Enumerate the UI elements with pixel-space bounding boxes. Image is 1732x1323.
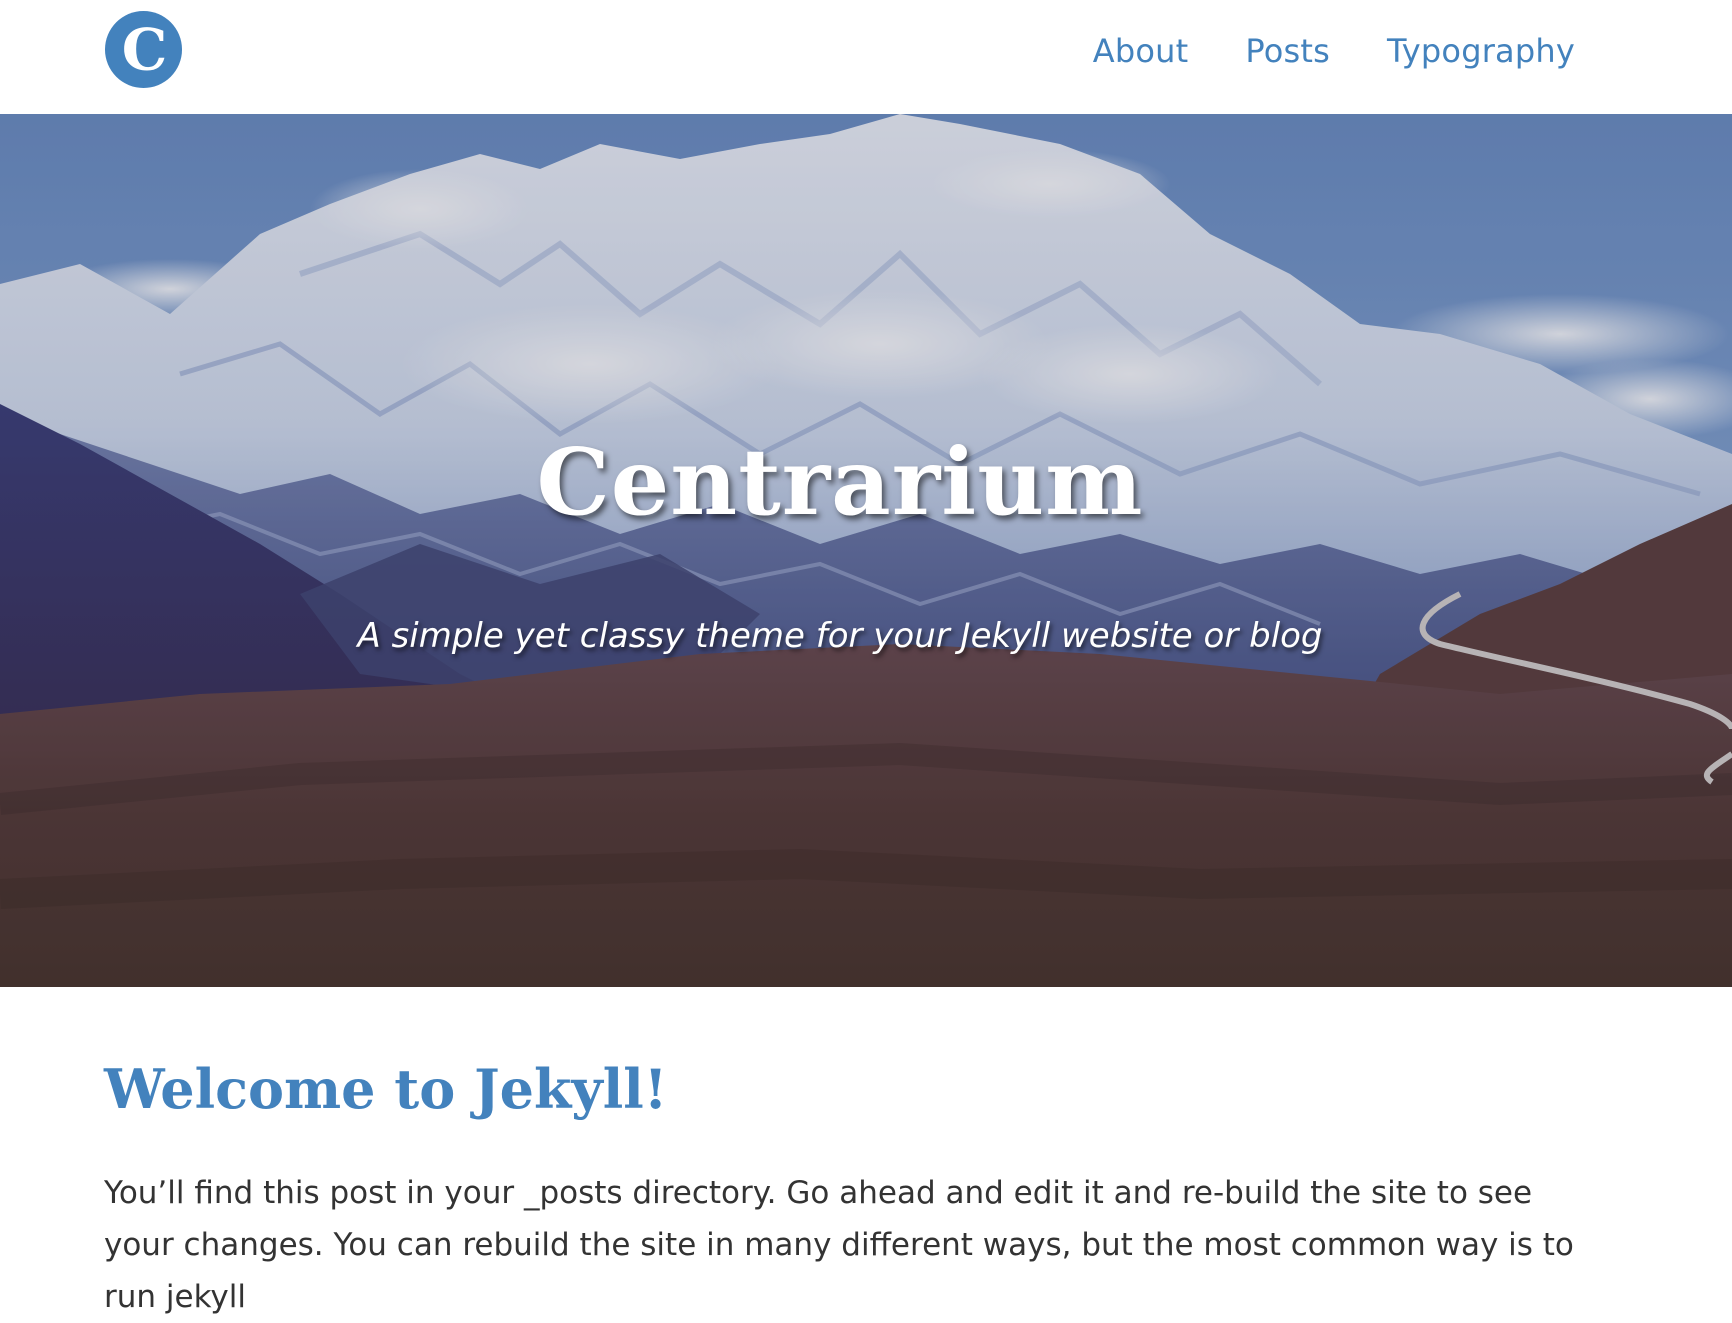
nav-link-posts[interactable]: Posts [1245,32,1330,70]
site-title: Centrarium [536,428,1144,536]
post-excerpt: You’ll find this post in your _posts dir… [104,1175,1574,1316]
site-logo[interactable]: C [104,10,183,89]
hero-banner: Centrarium A simple yet classy theme for… [0,114,1732,987]
nav-link-about[interactable]: About [1093,32,1189,70]
main-nav: About Posts Typography [1093,0,1575,102]
nav-link-typography[interactable]: Typography [1387,32,1575,70]
post-title-link[interactable]: Welcome to Jekyll! [104,1059,1604,1119]
site-header: C About Posts Typography [0,0,1732,114]
mountain-landscape-image [0,114,1732,987]
post-preview: Welcome to Jekyll! You’ll find this post… [104,1059,1604,1323]
logo-letter: C [122,15,168,83]
site-tagline: A simple yet classy theme for your Jekyl… [357,616,1323,656]
post-list: Welcome to Jekyll! You’ll find this post… [104,1059,1604,1323]
